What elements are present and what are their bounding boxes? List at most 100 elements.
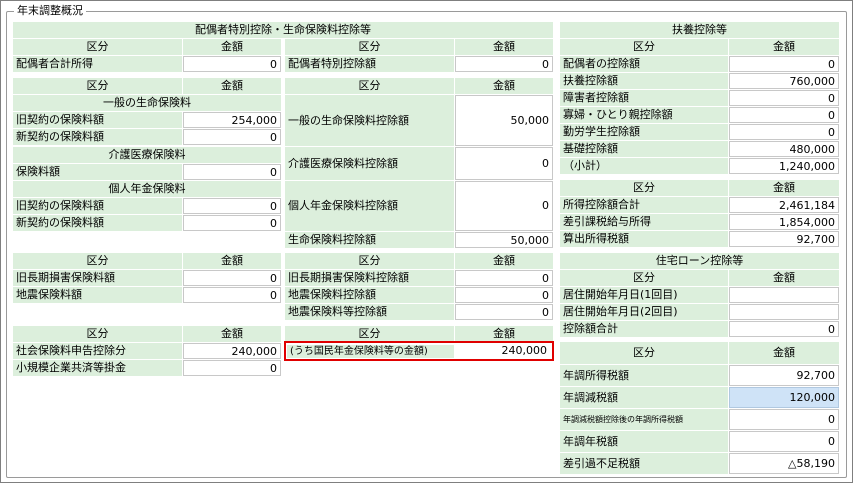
annual-tax-label: 年調年税額 [560, 431, 728, 452]
dependent-deduction-value: 760,000 [729, 73, 839, 89]
small-business-mutual-label: 小規模企業共済等掛金 [13, 360, 182, 376]
residence-start-1-label: 居住開始年月日(1回目) [560, 287, 728, 303]
earthquake-deduction-value: 0 [455, 287, 553, 303]
frame-title: 年末調整概況 [14, 4, 86, 18]
housing-deduction-total-label: 控除額合計 [560, 321, 728, 337]
pension-new-label: 新契約の保険料額 [13, 215, 182, 231]
col-header-kingaku: 金額 [455, 39, 553, 55]
residence-start-1-value [729, 287, 839, 303]
pension-header: 個人年金保険料 [13, 181, 281, 197]
deduction-total-label: 所得控除額合計 [560, 197, 728, 213]
spouse-special-deduction-value: 0 [455, 56, 553, 72]
housing-deduction-total-value: 0 [729, 321, 839, 337]
general-new-label: 新契約の保険料額 [13, 129, 182, 145]
general-old-value: 254,000 [183, 112, 281, 128]
old-long-term-deduction-value: 0 [455, 270, 553, 286]
col-header-kubun: 区分 [560, 180, 728, 196]
pension-deduction-label: 個人年金保険料控除額 [285, 181, 454, 231]
working-student-label: 勤労学生控除額 [560, 124, 728, 140]
col-header-kingaku: 金額 [729, 270, 839, 286]
col-header-kingaku: 金額 [729, 342, 839, 364]
spouse-income-value: 0 [183, 56, 281, 72]
disability-deduction-label: 障害者控除額 [560, 90, 728, 106]
col-header-kubun: 区分 [285, 39, 454, 55]
earthquake-total-deduction-value: 0 [455, 304, 553, 320]
balance-tax-label: 差引過不足税額 [560, 453, 728, 474]
widow-deduction-value: 0 [729, 107, 839, 123]
social-insurance-label: 社会保険料申告控除分 [13, 343, 182, 359]
residence-start-2-label: 居住開始年月日(2回目) [560, 304, 728, 320]
col-header-kubun: 区分 [285, 326, 454, 342]
general-new-value: 0 [183, 129, 281, 145]
care-deduction-label: 介護医療保険料控除額 [285, 147, 454, 180]
spouse-section-header: 配偶者特別控除・生命保険料控除等 [13, 22, 553, 38]
col-header-kingaku: 金額 [183, 78, 281, 94]
tax-reduction-label: 年調減税額 [560, 387, 728, 408]
general-life-header: 一般の生命保険料 [13, 95, 281, 111]
col-header-kingaku: 金額 [455, 253, 553, 269]
housing-loan-header: 住宅ローン控除等 [560, 253, 839, 269]
col-header-kingaku: 金額 [729, 180, 839, 196]
balance-tax-value: △58,190 [729, 453, 839, 474]
calculated-tax-value: 92,700 [729, 231, 839, 247]
residence-start-2-value [729, 304, 839, 320]
care-medical-header: 介護医療保険料 [13, 147, 281, 163]
subtotal-value: 1,240,000 [729, 158, 839, 174]
care-premium-label: 保険料額 [13, 164, 182, 180]
col-header-kubun: 区分 [13, 326, 182, 342]
basic-deduction-value: 480,000 [729, 141, 839, 157]
spouse-special-deduction-label: 配偶者特別控除額 [285, 56, 454, 72]
col-header-kingaku: 金額 [455, 326, 553, 342]
col-header-kubun: 区分 [13, 253, 182, 269]
subtotal-label: （小計） [560, 158, 728, 174]
year-end-tax-label: 年調所得税額 [560, 365, 728, 386]
care-premium-value: 0 [183, 164, 281, 180]
pension-old-value: 0 [183, 198, 281, 214]
old-long-term-value: 0 [183, 270, 281, 286]
spouse-income-label: 配偶者合計所得 [13, 56, 182, 72]
spouse-deduction-value: 0 [729, 56, 839, 72]
old-long-term-deduction-label: 旧長期損害保険料控除額 [285, 270, 454, 286]
col-header-kingaku: 金額 [729, 39, 839, 55]
col-header-kubun: 区分 [13, 39, 182, 55]
basic-deduction-label: 基礎控除額 [560, 141, 728, 157]
general-old-label: 旧契約の保険料額 [13, 112, 182, 128]
tax-reduction-value[interactable]: 120,000 [729, 387, 839, 408]
general-deduction-label: 一般の生命保険料控除額 [285, 95, 454, 146]
spouse-deduction-label: 配偶者の控除額 [560, 56, 728, 72]
pension-new-value: 0 [183, 215, 281, 231]
deduction-total-value: 2,461,184 [729, 197, 839, 213]
working-student-value: 0 [729, 124, 839, 140]
disability-deduction-value: 0 [729, 90, 839, 106]
col-header-kubun: 区分 [285, 253, 454, 269]
calculated-tax-label: 算出所得税額 [560, 231, 728, 247]
col-header-kubun: 区分 [560, 342, 728, 364]
col-header-kubun: 区分 [13, 78, 182, 94]
col-header-kubun: 区分 [560, 39, 728, 55]
earthquake-premium-value: 0 [183, 287, 281, 303]
general-deduction-value: 50,000 [455, 95, 553, 146]
pension-deduction-value: 0 [455, 181, 553, 231]
col-header-kingaku: 金額 [183, 39, 281, 55]
life-total-label: 生命保険料控除額 [285, 232, 454, 248]
col-header-kubun: 区分 [285, 78, 454, 94]
dependent-header: 扶養控除等 [560, 22, 839, 38]
old-long-term-label: 旧長期損害保険料額 [13, 270, 182, 286]
tax-after-reduction-label: 年調減税額控除後の年調所得税額 [560, 409, 728, 430]
dependent-deduction-label: 扶養控除額 [560, 73, 728, 89]
care-deduction-value: 0 [455, 147, 553, 180]
highlight-frame [284, 341, 554, 361]
col-header-kingaku: 金額 [183, 253, 281, 269]
widow-deduction-label: 寡婦・ひとり親控除額 [560, 107, 728, 123]
earthquake-total-deduction-label: 地震保険料等控除額 [285, 304, 454, 320]
taxable-income-label: 差引課税給与所得 [560, 214, 728, 230]
annual-tax-value: 0 [729, 431, 839, 452]
taxable-income-value: 1,854,000 [729, 214, 839, 230]
col-header-kingaku: 金額 [183, 326, 281, 342]
col-header-kubun: 区分 [560, 270, 728, 286]
year-end-tax-value: 92,700 [729, 365, 839, 386]
col-header-kingaku: 金額 [455, 78, 553, 94]
small-business-mutual-value: 0 [183, 360, 281, 376]
social-insurance-value: 240,000 [183, 343, 281, 359]
life-total-value: 50,000 [455, 232, 553, 248]
